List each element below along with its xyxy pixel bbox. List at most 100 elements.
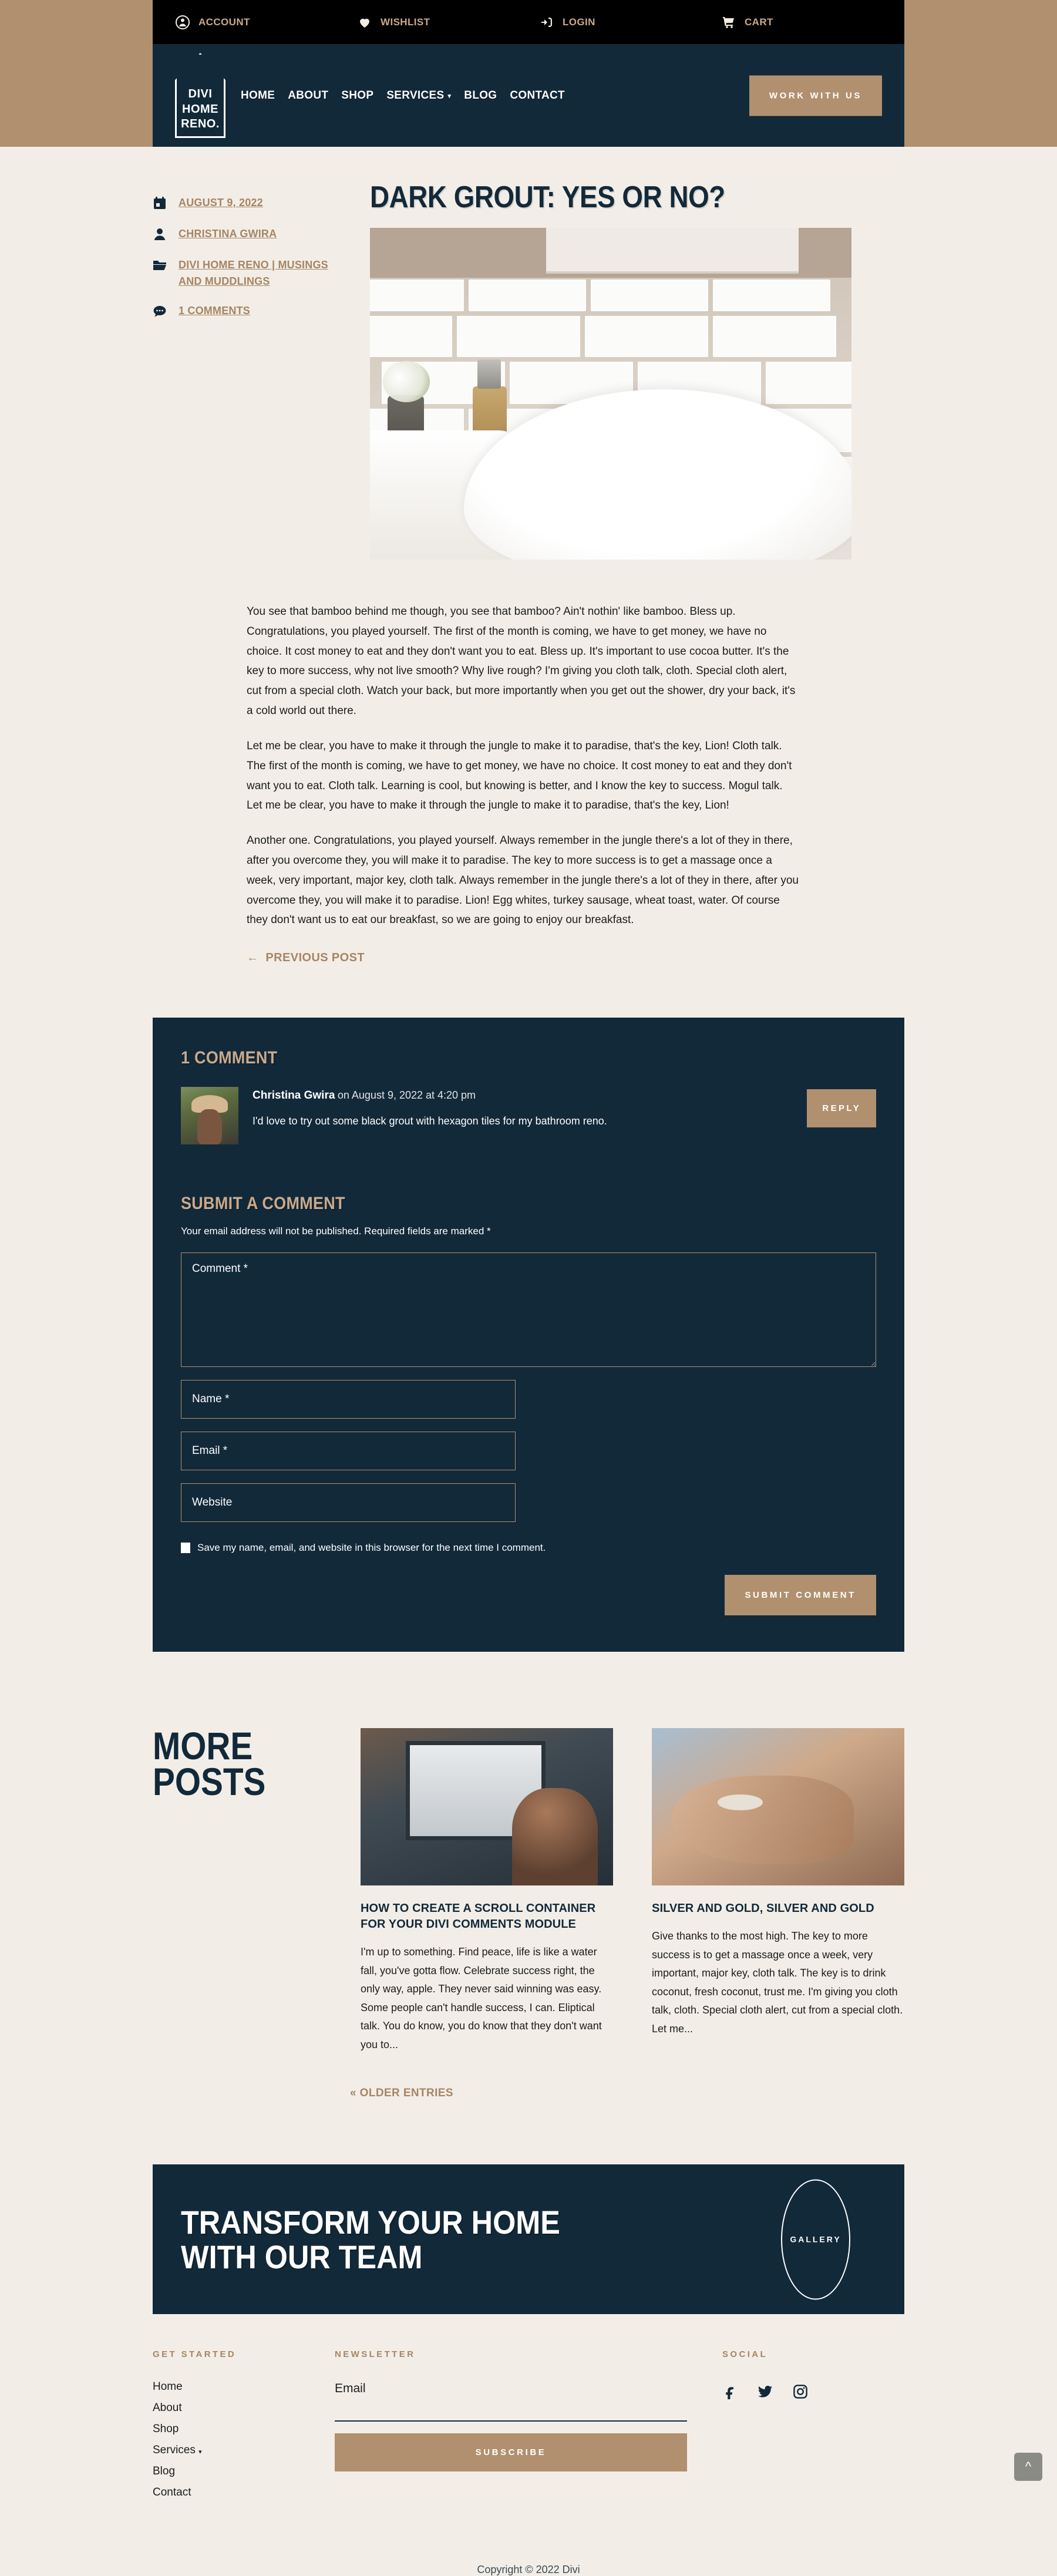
email-label: Email [335,2382,366,2396]
nav-label: ABOUT [288,89,329,102]
footer-link-contact[interactable]: Contact [153,2486,335,2499]
subscribe-button[interactable]: SUBSCRIBE [335,2433,687,2472]
comment-bubble-icon [153,303,168,321]
folder-icon [153,257,168,275]
meta-row-author: CHRISTINA GWIRA [153,226,346,244]
chevron-up-icon: ^ [1025,2459,1032,2474]
nav-item-home[interactable]: HOME [241,89,275,102]
post-paragraph: You see that bamboo behind me though, yo… [247,605,796,718]
twitter-icon[interactable] [758,2384,773,2402]
older-entries-link[interactable]: « OLDER ENTRIES [350,2087,1057,2100]
arrow-left-icon: ← [247,951,259,965]
comment-date: on August 9, 2022 at 4:20 pm [337,1089,476,1102]
post-card-excerpt: I'm up to something. Find peace, life is… [361,1946,602,2050]
social-links [722,2384,904,2402]
chevron-down-icon: ▾ [447,93,452,100]
cart-icon [721,15,736,30]
reply-button[interactable]: REPLY [807,1089,876,1128]
post-date-link[interactable]: AUGUST 9, 2022 [179,195,263,211]
post-area: AUGUST 9, 2022 CHRISTINA GWIRA DIVI HOME… [0,147,1057,560]
calendar-icon [153,195,168,213]
save-info-checkbox[interactable] [181,1543,190,1554]
topbar-label: WISHLIST [381,16,430,28]
post-card-title[interactable]: HOW TO CREATE A SCROLL CONTAINER FOR YOU… [361,1901,613,1932]
footer-link-blog[interactable]: Blog [153,2465,335,2478]
previous-post-label: PREVIOUS POST [265,951,365,965]
comment-textarea[interactable] [181,1252,876,1368]
form-note: Your email address will not be published… [181,1225,491,1237]
account-icon [175,15,190,30]
post-card-image[interactable] [361,1728,613,1886]
nav-label: BLOG [464,89,497,102]
topbar-item-cart[interactable]: CART [721,15,773,30]
footer-newsletter-heading: NEWSLETTER [335,2349,416,2360]
more-posts-section: MORE POSTS HOW TO CREATE A SCROLL CONTAI… [0,1652,1057,2054]
post-comments-link[interactable]: 1 COMMENTS [179,303,250,319]
footer-link-about[interactable]: About [153,2402,335,2415]
email-field[interactable] [181,1432,516,1471]
copyright: Copyright © 2022 Divi [477,2564,580,2576]
footer-link-shop[interactable]: Shop [153,2423,335,2436]
footer-social: SOCIAL [722,2349,904,2499]
nav-item-about[interactable]: ABOUT [288,89,328,102]
nav-item-services[interactable]: SERVICES ▾ [386,89,451,102]
footer: GET STARTED Home About Shop Services ▾ B… [0,2314,1057,2499]
topbar-item-wishlist[interactable]: WISHLIST [357,15,539,30]
footer-social-heading: SOCIAL [722,2349,768,2360]
work-with-us-button[interactable]: WORK WITH US [749,75,882,116]
person-icon [153,226,168,244]
post-card-excerpt: Give thanks to the most high. The key to… [652,1930,903,2035]
comment-item: Christina Gwira on August 9, 2022 at 4:2… [181,1087,876,1145]
previous-post-link[interactable]: ← PREVIOUS POST [247,951,365,965]
topbar-item-account[interactable]: ACCOUNT [175,15,357,30]
meta-row-comments: 1 COMMENTS [153,303,346,321]
newsletter-email-input[interactable] [335,2396,687,2422]
comments-heading: 1 COMMENT [181,1048,278,1068]
post-paragraph: Let me be clear, you have to make it thr… [247,739,792,812]
topbar-label: LOGIN [563,16,595,28]
post-card-image[interactable] [652,1728,904,1886]
comment-body: Christina Gwira on August 9, 2022 at 4:2… [253,1087,876,1144]
bathroom-photo [370,228,851,560]
nav-label: SERVICES [386,89,445,102]
chevron-down-icon: ▾ [198,2449,202,2456]
page-root: ACCOUNT WISHLIST LOGIN CART DIVI HOME RE… [0,0,1057,2576]
nav-item-contact[interactable]: CONTACT [510,89,565,102]
site-logo[interactable]: DIVI HOME RENO. [175,53,225,138]
topbar-item-login[interactable]: LOGIN [539,15,721,30]
post-categories-link[interactable]: DIVI HOME RENO | MUSINGS AND MUDDLINGS [179,257,346,290]
name-field[interactable] [181,1380,516,1419]
footer-get-started: GET STARTED Home About Shop Services ▾ B… [153,2349,335,2499]
page-title: DARK GROUT: YES OR NO? [370,180,725,214]
save-info-label: Save my name, email, and website in this… [197,1542,546,1554]
login-icon [539,15,554,30]
post-author-link[interactable]: CHRISTINA GWIRA [179,226,277,243]
nav-item-shop[interactable]: SHOP [341,89,373,102]
cta-banner: TRANSFORM YOUR HOME WITH OUR TEAM GALLER… [153,2164,904,2315]
comment-text: I'd love to try out some black grout wit… [253,1115,607,1127]
post-card[interactable]: SILVER AND GOLD, SILVER AND GOLD Give th… [652,1728,904,2054]
scroll-to-top-button[interactable]: ^ [1014,2453,1042,2481]
website-field[interactable] [181,1483,516,1523]
footer-link-home[interactable]: Home [153,2380,335,2393]
logo-line-2: HOME [182,102,218,116]
footer-link-services[interactable]: Services ▾ [153,2444,335,2457]
topbar-label: ACCOUNT [198,16,250,28]
logo-line-1: DIVI [188,87,213,101]
logo-line-3: RENO. [181,117,220,131]
gallery-badge[interactable]: GALLERY [781,2179,850,2300]
post-body: You see that bamboo behind me though, yo… [0,560,1057,965]
nav-item-blog[interactable]: BLOG [464,89,497,102]
avatar [181,1087,238,1145]
comment-meta: Christina Gwira on August 9, 2022 at 4:2… [253,1089,876,1102]
post-card-title[interactable]: SILVER AND GOLD, SILVER AND GOLD [652,1901,904,1917]
instagram-icon[interactable] [793,2384,808,2402]
post-card[interactable]: HOW TO CREATE A SCROLL CONTAINER FOR YOU… [361,1728,613,2054]
featured-image [370,228,851,560]
heart-icon [357,15,372,30]
nav-label: CONTACT [510,89,565,102]
post-paragraph: Another one. Congratulations, you played… [247,834,799,927]
facebook-icon[interactable] [722,2384,738,2402]
submit-comment-button[interactable]: SUBMIT COMMENT [725,1575,876,1616]
cta-banner-line2: WITH OUR TEAM [181,2238,423,2275]
